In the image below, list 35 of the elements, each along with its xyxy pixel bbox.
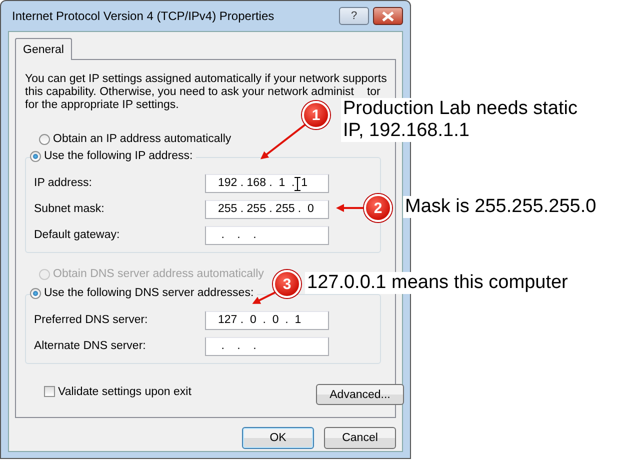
arrow (336, 204, 363, 212)
ip-field[interactable]: 255 . 255 . 255 . 0 (205, 200, 329, 218)
arrow (260, 123, 307, 160)
field-label: Preferred DNS server: (34, 314, 149, 326)
intro-text: tor (366, 86, 380, 99)
intro-text: for the appropriate IP settings. (25, 99, 179, 112)
tab[interactable]: General (15, 38, 72, 60)
radio-label: Use the following IP address: (44, 150, 193, 162)
ip-field[interactable]: 127 . 0 . 0 . 1 (205, 310, 329, 330)
checkbox-label: Validate settings upon exit (58, 386, 192, 398)
cancel-button[interactable]: Cancel (324, 427, 396, 449)
help-button[interactable]: ? (339, 7, 369, 25)
radio-button[interactable] (39, 134, 50, 144)
close-button[interactable] (373, 7, 403, 25)
ip-field[interactable]: . . . (205, 226, 329, 244)
radio-button[interactable] (30, 288, 41, 298)
ip-field[interactable]: . . . (205, 336, 329, 356)
field-label: IP address: (34, 177, 93, 189)
text-cursor-icon (294, 176, 301, 190)
field-label: Subnet mask: (34, 203, 106, 215)
intro-text: this capability. Otherwise, you need to ask your network administ (25, 86, 354, 99)
ok-button[interactable]: OK (242, 427, 314, 449)
close-icon (381, 10, 395, 22)
radio-label: Obtain DNS server address automatically (53, 268, 264, 280)
radio-button[interactable] (30, 150, 41, 162)
window-title: Internet Protocol Version 4 (TCP/IPv4) Properties (11, 9, 276, 23)
field-label: Default gateway: (34, 229, 121, 241)
arrow (252, 291, 276, 304)
radio-label: Obtain an IP address automatically (53, 133, 232, 145)
checkbox[interactable] (44, 386, 55, 397)
radio-label: Use the following DNS server addresses: (44, 287, 254, 299)
ip-field[interactable]: 192 . 168 . 1 . 1 (205, 174, 329, 192)
field-label: Alternate DNS server: (34, 340, 147, 352)
intro-text: You can get IP settings assigned automatically if your network supports (25, 73, 387, 86)
advanced-button[interactable]: Advanced... (316, 384, 404, 405)
